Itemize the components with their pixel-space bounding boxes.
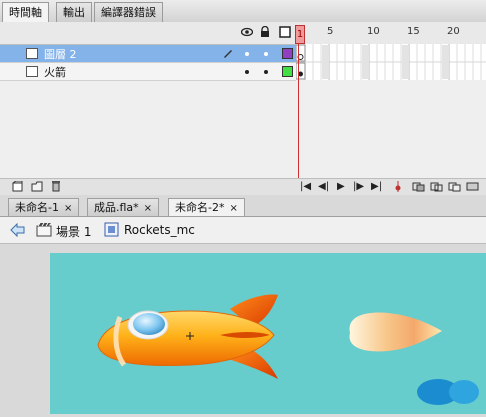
loop-icon[interactable]: [393, 181, 403, 192]
doc-tab-product[interactable]: 成品.fla* ×: [87, 198, 160, 216]
stage[interactable]: [50, 253, 486, 414]
last-frame-button[interactable]: ▶|: [371, 181, 382, 192]
timeline-panel: 5 10 15 20 1 圖層 2 火箭 |◀ ◀| ▶ |▶ ▶|: [0, 22, 486, 195]
layer-color-box[interactable]: [282, 66, 293, 77]
visibility-dot[interactable]: [245, 52, 249, 56]
tab-output[interactable]: 輸出: [56, 2, 92, 22]
scene-icon: [36, 222, 52, 237]
layer-color-box[interactable]: [282, 48, 293, 59]
ruler-number: 20: [447, 26, 460, 37]
close-icon[interactable]: ×: [64, 203, 72, 214]
pencil-icon: [224, 50, 232, 58]
frame-highlight: [362, 45, 369, 79]
layer-name[interactable]: 火箭: [44, 64, 66, 80]
layer-name[interactable]: 圖層 2: [44, 46, 77, 62]
movieclip-icon: [104, 222, 119, 237]
playhead[interactable]: 1: [295, 25, 305, 44]
lock-dot[interactable]: [264, 70, 268, 74]
ruler-number: 10: [367, 26, 380, 37]
scene-link[interactable]: 場景 1: [56, 223, 91, 240]
panel-tabs: 時間軸 輸出 編譯器錯誤: [0, 0, 486, 23]
ruler-number: 15: [407, 26, 420, 37]
onion-outline-icon[interactable]: [430, 181, 444, 192]
doc-tab-untitled-1[interactable]: 未命名-1 ×: [8, 198, 80, 216]
doc-tab-label: 未命名-1: [15, 201, 59, 214]
visibility-dot[interactable]: [245, 70, 249, 74]
onion-markers-icon[interactable]: [466, 181, 480, 192]
close-icon[interactable]: ×: [229, 203, 237, 214]
timeline-toolbar: |◀ ◀| ▶ |▶ ▶|: [0, 178, 486, 195]
play-button[interactable]: ▶: [337, 181, 345, 192]
tab-compiler-errors[interactable]: 編譯器錯誤: [94, 2, 163, 22]
new-folder-icon[interactable]: [31, 181, 43, 192]
first-frame-button[interactable]: |◀: [300, 181, 311, 192]
lock-icon[interactable]: [260, 26, 270, 38]
lock-dot[interactable]: [264, 52, 268, 56]
doc-tab-untitled-2[interactable]: 未命名-2* ×: [168, 198, 245, 216]
eye-icon[interactable]: [241, 27, 253, 37]
onion-skin-icon[interactable]: [412, 181, 426, 192]
layer-row-1[interactable]: 圖層 2: [0, 45, 296, 63]
timeline-header: 5 10 15 20 1: [0, 22, 486, 45]
playhead-line: [298, 44, 299, 190]
back-arrow-icon[interactable]: [10, 223, 26, 237]
frame-highlight: [402, 45, 409, 79]
close-icon[interactable]: ×: [144, 203, 152, 214]
tab-timeline[interactable]: 時間軸: [2, 2, 49, 23]
watermark-badge: [417, 379, 479, 405]
layer-row-2[interactable]: 火箭: [0, 63, 296, 81]
symbol-link[interactable]: Rockets_mc: [124, 223, 195, 237]
ruler-number: 5: [327, 26, 334, 37]
doc-tab-label: 成品.fla*: [94, 201, 139, 214]
delete-layer-icon[interactable]: [51, 180, 61, 192]
rocket-graphic: [97, 294, 278, 379]
watermark-logo: [416, 377, 480, 407]
document-tabs: 未命名-1 × 成品.fla* × 未命名-2* ×: [0, 196, 486, 217]
frame-grid[interactable]: [295, 44, 486, 80]
frame-cells[interactable]: [295, 44, 486, 80]
new-layer-icon[interactable]: [12, 181, 23, 192]
frame-highlight: [322, 45, 329, 79]
next-frame-button[interactable]: |▶: [353, 181, 364, 192]
outline-icon[interactable]: [279, 26, 291, 38]
doc-tab-label: 未命名-2*: [175, 201, 225, 214]
layer-icon: [26, 66, 38, 77]
frame-highlight: [442, 45, 449, 79]
flame-graphic: [349, 312, 442, 352]
layer-icon: [26, 48, 38, 59]
prev-frame-button[interactable]: ◀|: [318, 181, 329, 192]
breadcrumb: 場景 1 Rockets_mc: [0, 217, 486, 244]
edit-multiple-frames-icon[interactable]: [448, 181, 462, 192]
